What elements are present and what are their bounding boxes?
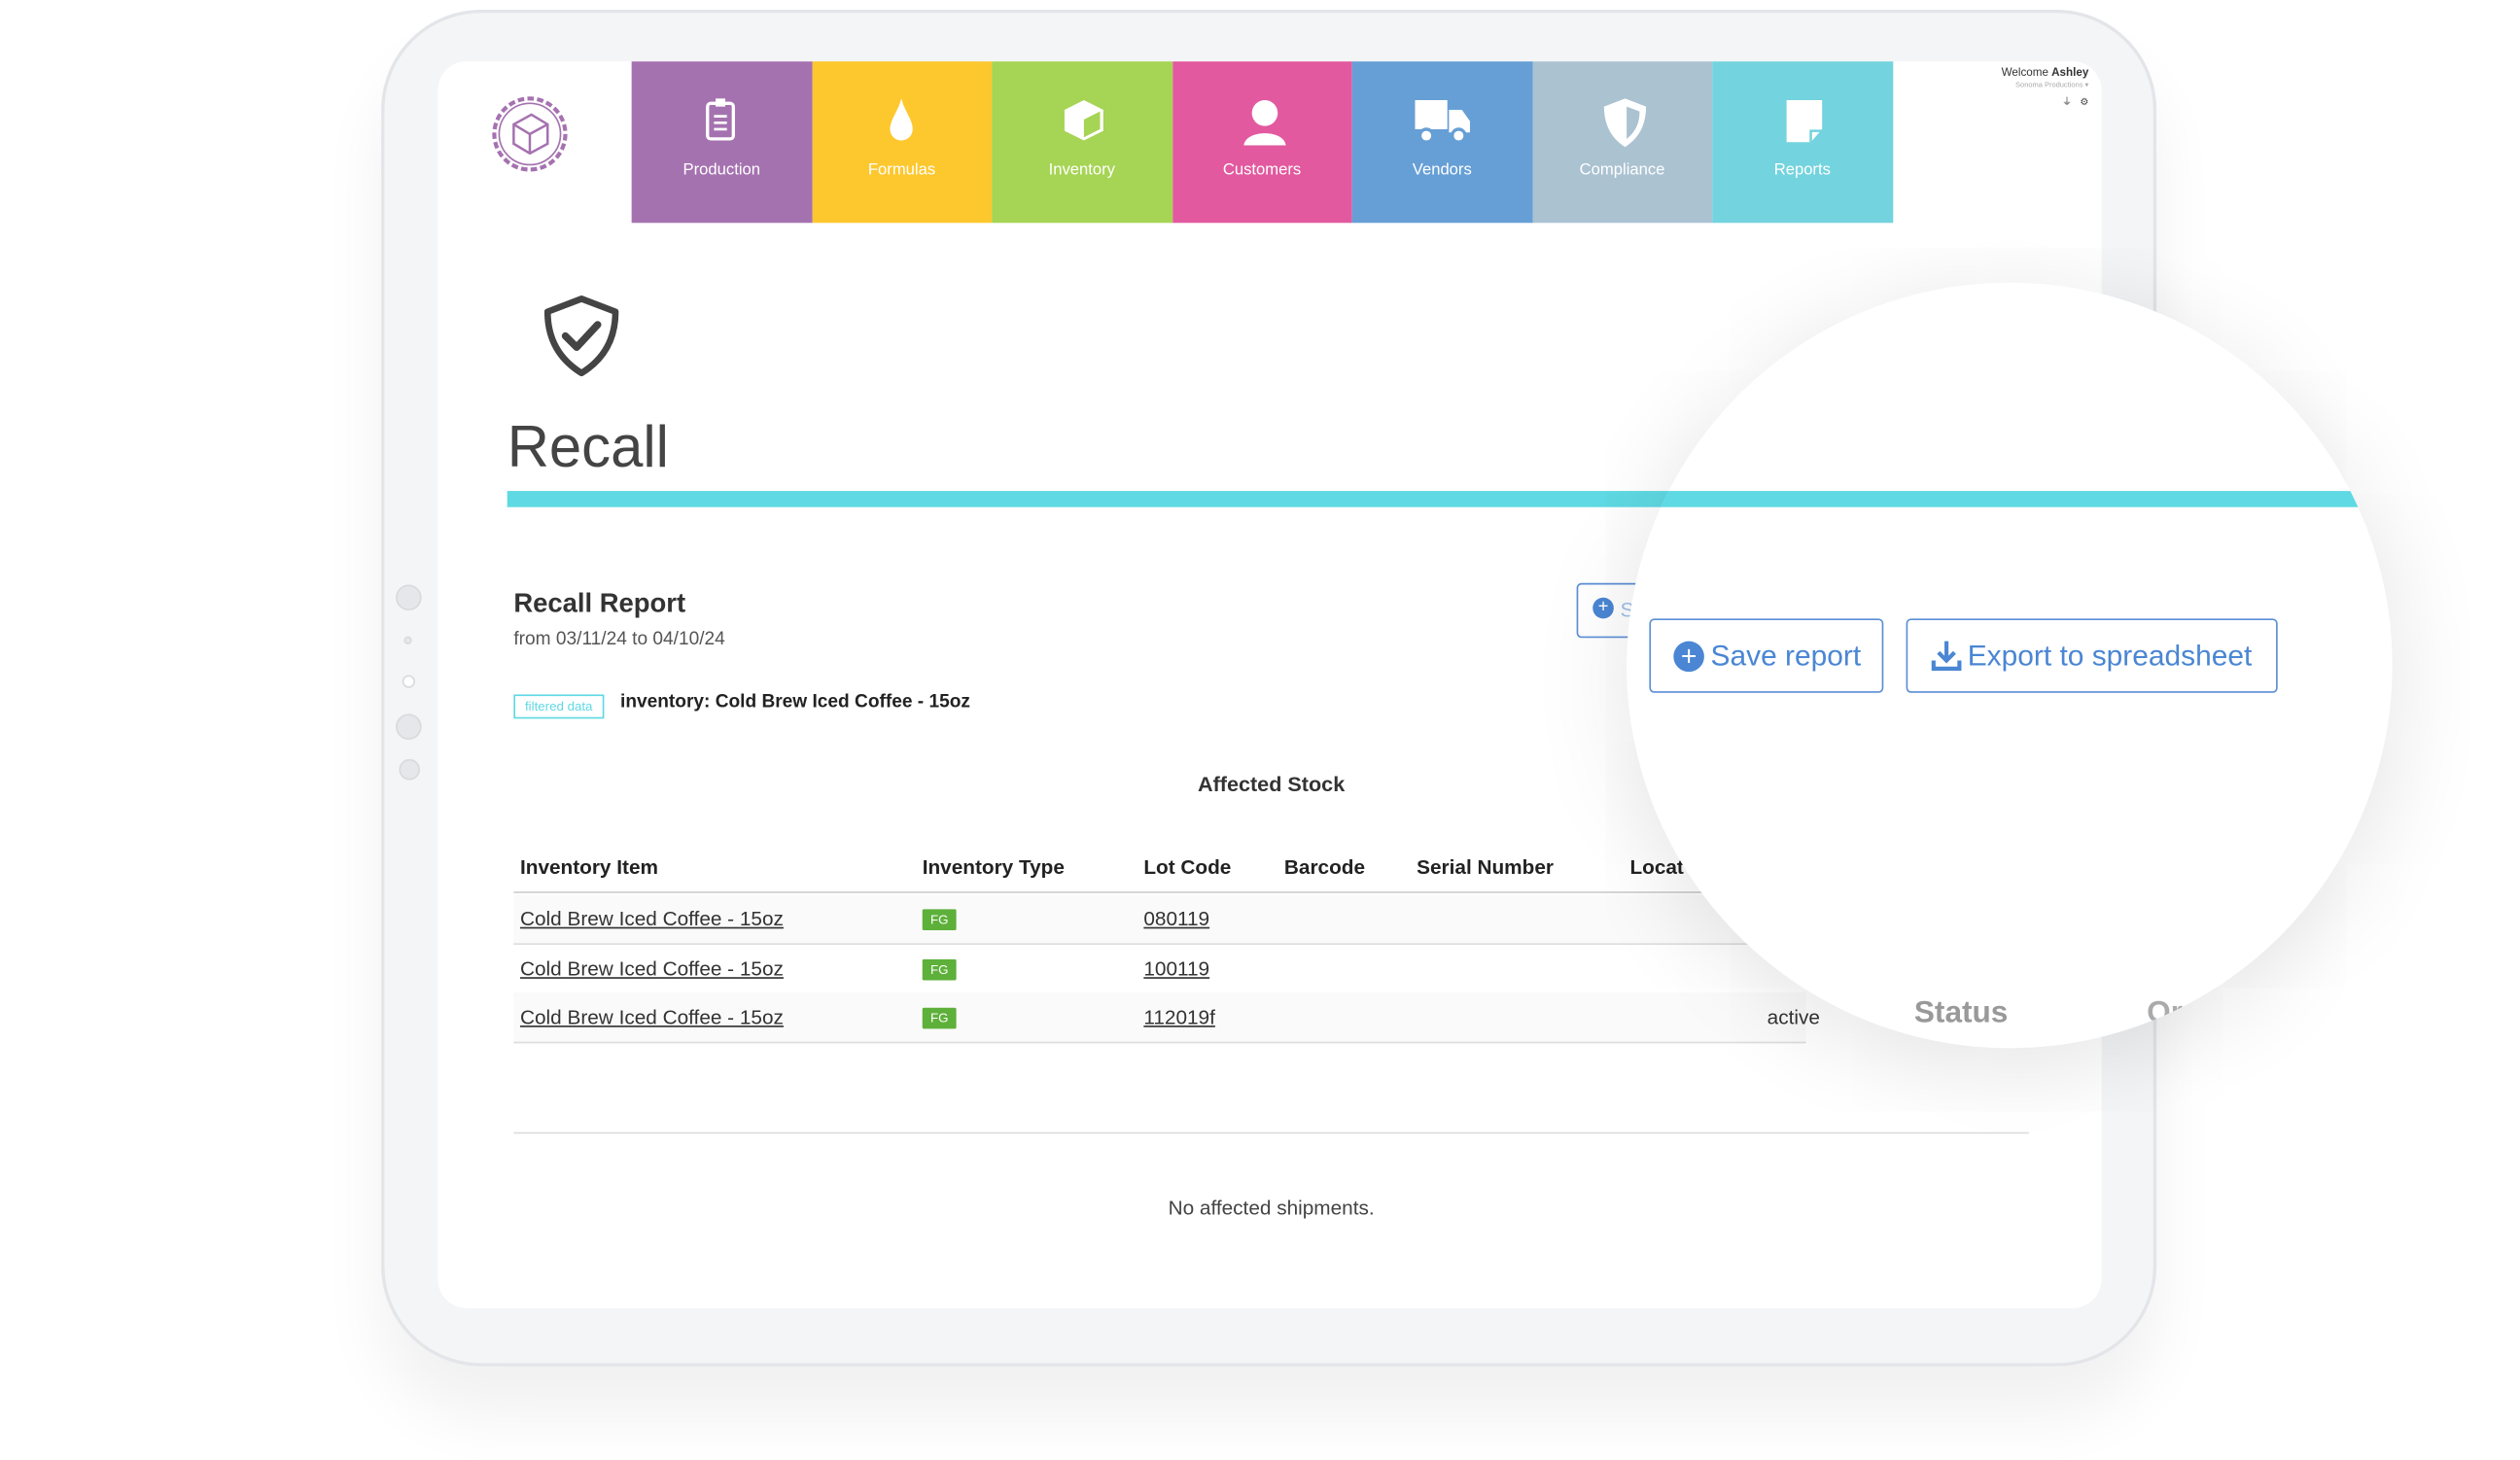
nav-label: Inventory — [1048, 161, 1115, 180]
nav-vendors[interactable]: Vendors — [1351, 61, 1532, 224]
plus-circle-icon: + — [1592, 597, 1614, 619]
export-spreadsheet-button[interactable]: Export to spreadsheet — [1906, 618, 2278, 693]
logo-icon[interactable] — [489, 93, 570, 174]
clipboard-icon — [706, 98, 735, 141]
note-icon — [1786, 100, 1823, 143]
gear-icon[interactable]: ⚙ — [2080, 98, 2088, 108]
side-button — [396, 584, 422, 611]
col-barcode[interactable]: Barcode — [1284, 856, 1365, 879]
col-lot-code[interactable]: Lot Code — [1143, 856, 1231, 879]
nav-customers[interactable]: Customers — [1172, 61, 1352, 224]
truck-icon — [1415, 100, 1470, 144]
box-icon — [1064, 100, 1103, 141]
item-link[interactable]: Cold Brew Iced Coffee - 15oz — [520, 1006, 784, 1028]
nav-label: Reports — [1773, 161, 1831, 180]
report-date-range: from 03/11/24 to 04/10/24 — [513, 629, 725, 649]
user-name: Ashley — [2051, 67, 2089, 80]
type-badge: FG — [922, 958, 957, 981]
item-link[interactable]: Cold Brew Iced Coffee - 15oz — [520, 908, 784, 930]
organization-select[interactable]: Sonoma Productions — [2015, 81, 2082, 88]
filtered-data-badge: filtered data — [513, 694, 605, 719]
col-inventory-item[interactable]: Inventory Item — [520, 856, 658, 879]
save-report-button[interactable]: + Save report — [1649, 618, 1884, 693]
accent-bar-magnified — [1627, 491, 2393, 507]
shield-check-icon — [543, 295, 619, 377]
person-icon — [1242, 100, 1285, 146]
nav-production[interactable]: Production — [631, 61, 812, 224]
lot-link[interactable]: 080119 — [1143, 908, 1209, 930]
nav-label: Vendors — [1412, 161, 1472, 180]
status-value: active — [1767, 1006, 1820, 1029]
nav-reports[interactable]: Reports — [1712, 61, 1893, 224]
no-shipments-message: No affected shipments. — [1168, 1197, 1375, 1220]
section-title: Affected Stock — [1197, 772, 1346, 797]
nav-compliance[interactable]: Compliance — [1531, 61, 1713, 224]
table-row: Cold Brew Iced Coffee - 15oz FG 080119 — [513, 894, 1806, 945]
magnifier-callout: + Save report Export to spreadsheet Stat… — [1627, 282, 2393, 1049]
item-link[interactable]: Cold Brew Iced Coffee - 15oz — [520, 957, 784, 980]
type-badge: FG — [922, 1007, 957, 1029]
side-button — [396, 713, 422, 740]
type-badge: FG — [922, 909, 957, 931]
nav-inventory[interactable]: Inventory — [992, 61, 1172, 224]
partial-header: Or — [2147, 996, 2183, 1031]
nav-label: Compliance — [1579, 161, 1665, 180]
drop-icon — [889, 98, 912, 141]
report-title: Recall Report — [513, 589, 686, 619]
col-serial-number[interactable]: Serial Number — [1417, 856, 1554, 879]
filter-text: inventory: Cold Brew Iced Coffee - 15oz — [620, 692, 970, 713]
nav-label: Formulas — [867, 161, 936, 180]
plus-circle-icon: + — [1673, 641, 1704, 673]
nav-formulas[interactable]: Formulas — [811, 61, 993, 224]
lot-link[interactable]: 100119 — [1143, 957, 1209, 980]
table-row: Cold Brew Iced Coffee - 15oz FG 100119 — [513, 945, 1806, 995]
save-report-label: Save report — [1710, 639, 1862, 673]
side-camera — [402, 675, 416, 688]
col-inventory-type[interactable]: Inventory Type — [923, 856, 1065, 879]
side-dot — [403, 636, 412, 644]
table-row: Cold Brew Iced Coffee - 15oz FG 112019f … — [513, 992, 1820, 1044]
lot-link[interactable]: 112019f — [1143, 1006, 1215, 1028]
status-header: Status — [1913, 996, 2009, 1031]
plug-icon[interactable]: ⏚ — [2062, 98, 2072, 108]
nav-label: Production — [682, 161, 760, 180]
side-button — [399, 758, 420, 781]
nav-label: Customers — [1222, 161, 1302, 180]
user-menu[interactable]: Welcome Ashley Sonoma Productions ▾ ⏚ ⚙ — [2002, 68, 2089, 109]
welcome-prefix: Welcome — [2001, 67, 2048, 80]
shield-icon — [1603, 98, 1646, 148]
export-label: Export to spreadsheet — [1967, 639, 2253, 673]
col-location[interactable]: Locat — [1629, 856, 1683, 879]
divider — [513, 1131, 2029, 1134]
page-title: Recall — [507, 413, 669, 480]
download-icon — [1931, 641, 1962, 671]
